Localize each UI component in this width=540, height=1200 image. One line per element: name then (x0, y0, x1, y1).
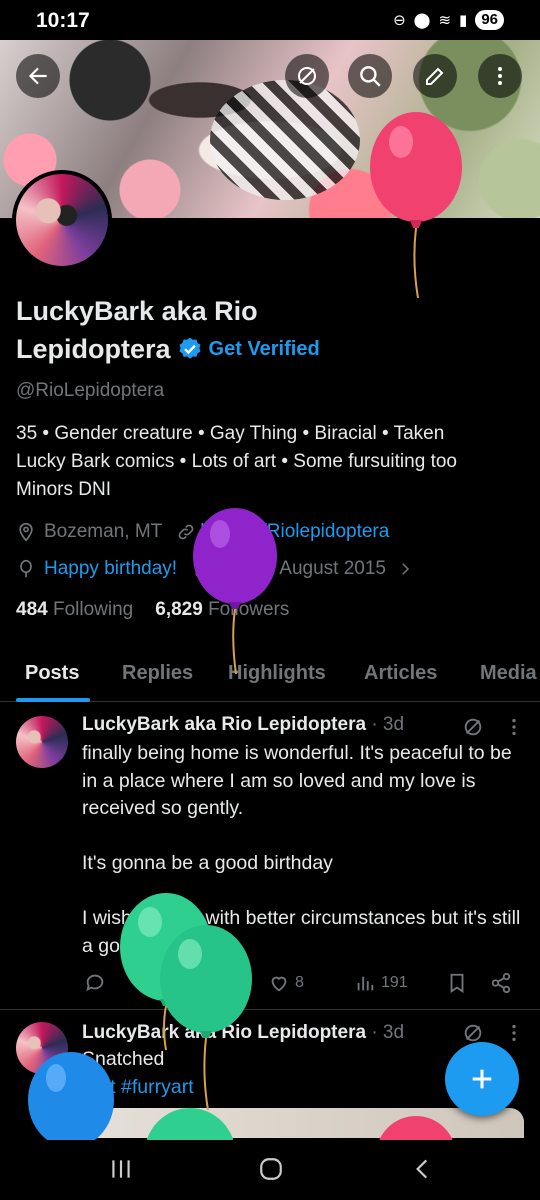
profile-name: LuckyBark aka Rio Lepidoptera Get Verifi… (16, 293, 436, 367)
tab-replies[interactable]: Replies (122, 662, 193, 685)
profile-name-line2: Lepidoptera (16, 333, 171, 364)
post-more-icon[interactable] (503, 1022, 525, 1044)
profile-avatar[interactable] (12, 170, 112, 270)
post-header: LuckyBark aka Rio Lepidoptera · 3d (82, 714, 404, 736)
repost-button[interactable] (174, 972, 196, 994)
like-icon (271, 976, 287, 992)
post-header: LuckyBark aka Rio Lepidoptera · 3d (82, 1022, 404, 1044)
recent-apps-icon[interactable] (108, 1156, 134, 1182)
grok-icon[interactable] (462, 716, 484, 738)
bio-line: Minors DNI (16, 479, 112, 500)
post-media[interactable] (82, 1108, 524, 1138)
birthday-link[interactable]: Happy birthday! (44, 558, 177, 580)
get-verified-link[interactable]: Get Verified (209, 331, 320, 367)
post-item[interactable]: LuckyBark aka Rio Lepidoptera · 3d final… (0, 702, 540, 1010)
back-arrow-icon (28, 67, 47, 85)
profile-handle: @RioLepidoptera (16, 380, 165, 401)
edit-icon (426, 67, 444, 85)
reply-icon (86, 974, 104, 992)
status-icons: ⊖ ⬤ ≋ ▮ 96 (393, 10, 504, 30)
following-count: 484 (16, 599, 48, 620)
view-count: 191 (381, 974, 408, 991)
link-icon (178, 524, 194, 540)
grok-button[interactable] (285, 54, 329, 98)
dnd-icon: ⊖ (393, 12, 406, 29)
tab-articles[interactable]: Articles (364, 662, 437, 685)
bookmark-icon (450, 973, 464, 993)
post-date: · 3d (371, 714, 405, 735)
follow-counts: 484 Following 6,829 Followers (16, 599, 289, 621)
more-vertical-icon (498, 67, 502, 85)
plus-icon (472, 1069, 492, 1089)
post-author[interactable]: LuckyBark aka Rio Lepidoptera (82, 1022, 366, 1043)
compose-button[interactable] (445, 1042, 519, 1116)
verified-badge-icon (179, 337, 201, 359)
grok-icon (298, 67, 316, 85)
profile-name-line1: LuckyBark aka Rio (16, 296, 258, 326)
following-stat[interactable]: 484 Following (16, 599, 133, 621)
more-options-button[interactable] (478, 54, 522, 98)
balloon-icon (20, 559, 32, 578)
grok-icon[interactable] (462, 1022, 484, 1044)
profile-bio: 35 • Gender creature • Gay Thing • Birac… (16, 420, 526, 504)
post-avatar[interactable] (16, 716, 68, 768)
banner-art (210, 80, 360, 200)
back-icon[interactable] (410, 1156, 436, 1182)
tab-media[interactable]: Media (480, 662, 537, 685)
post-more-icon[interactable] (503, 716, 525, 738)
tab-highlights[interactable]: Highlights (228, 662, 326, 685)
bookmark-button[interactable] (446, 972, 468, 994)
views-button[interactable]: 191 (354, 972, 408, 994)
profile-location: Bozeman, MT (44, 521, 163, 542)
profile-link[interactable]: linktree/Riolepidoptera (200, 521, 389, 543)
following-label: Following (52, 599, 134, 620)
location-status-icon: ⬤ (413, 12, 431, 29)
like-count: 8 (295, 974, 304, 991)
profile-joined-date: Joined August 2015 (219, 558, 386, 579)
status-time: 10:17 (36, 9, 90, 32)
status-bar: 10:17 ⊖ ⬤ ≋ ▮ 96 (0, 0, 540, 40)
system-nav-bar (0, 1138, 540, 1200)
views-icon (357, 976, 374, 991)
bio-line: 35 • Gender creature • Gay Thing • Birac… (16, 423, 445, 444)
share-icon (491, 972, 511, 994)
bio-line: Lucky Bark comics • Lots of art • Some f… (16, 451, 457, 472)
followers-count: 6,829 (155, 599, 203, 620)
share-button[interactable] (490, 972, 512, 994)
post-actions: 8 191 (82, 972, 522, 998)
post-date: · 3d (371, 1022, 405, 1043)
repost-icon (178, 975, 192, 991)
post-author[interactable]: LuckyBark aka Rio Lepidoptera (82, 714, 366, 735)
followers-label: Followers (208, 599, 290, 620)
profile-meta-row-1: Bozeman, MT linktree/Riolepidoptera (16, 521, 389, 543)
battery-indicator: 96 (475, 10, 504, 30)
tab-posts[interactable]: Posts (25, 662, 79, 685)
post-text: finally being home is wonderful. It's pe… (82, 742, 521, 957)
edit-button[interactable] (413, 54, 457, 98)
back-button[interactable] (16, 54, 60, 98)
home-icon[interactable] (258, 1156, 284, 1182)
chevron-right-icon[interactable] (396, 560, 414, 578)
profile-tabs: Posts Replies Highlights Articles Media (0, 650, 540, 702)
profile-meta-row-2: Happy birthday! Joined August 2015 (16, 558, 414, 580)
post-avatar[interactable] (16, 1022, 68, 1074)
calendar-icon (195, 562, 211, 577)
signal-icon: ▮ (459, 12, 468, 29)
like-button[interactable]: 8 (268, 972, 304, 994)
search-icon (360, 66, 381, 87)
followers-stat[interactable]: 6,829 Followers (155, 599, 289, 621)
reply-button[interactable] (84, 972, 106, 994)
wifi-icon: ≋ (438, 12, 452, 29)
search-button[interactable] (348, 54, 392, 98)
location-icon (19, 522, 33, 542)
